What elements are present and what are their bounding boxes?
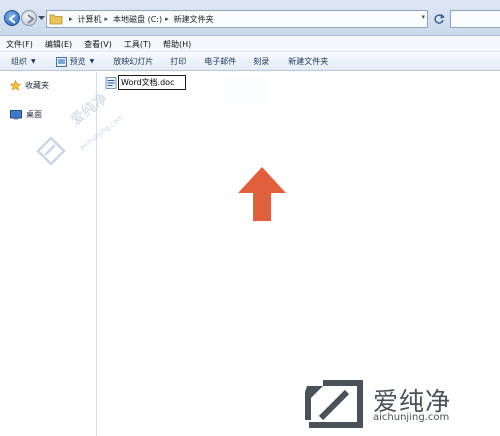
desktop-icon <box>10 109 22 119</box>
recent-pages-dropdown-icon[interactable] <box>38 15 45 21</box>
menu-help[interactable]: 帮助(H) <box>157 39 197 50</box>
address-dropdown-icon[interactable]: ▾ <box>421 13 425 21</box>
address-bar[interactable]: ▸ 计算机 ▸ 本地磁盘 (C:) ▸ 新建文件夹 ▾ <box>46 10 428 28</box>
refresh-button[interactable] <box>430 10 448 28</box>
folder-icon <box>49 14 63 25</box>
breadcrumb-computer[interactable]: 计算机 ▸ <box>78 14 114 25</box>
back-arrow-icon <box>8 14 16 24</box>
organize-button[interactable]: 组织 ▼ <box>11 56 36 67</box>
menu-tools[interactable]: 工具(T) <box>118 39 157 50</box>
watermark-small: 爱纯净 aichunjing.com <box>34 91 134 178</box>
command-bar: 组织 ▼ 预览 ▼ 放映幻灯片 打印 电子邮件 刻录 新建文件夹 <box>0 53 500 71</box>
nav-item-favorites[interactable]: 收藏夹 <box>10 80 49 91</box>
slideshow-button[interactable]: 放映幻灯片 <box>113 56 153 67</box>
forward-arrow-icon <box>27 14 35 24</box>
back-button[interactable] <box>4 10 20 26</box>
nav-label-favorites: 收藏夹 <box>25 81 49 90</box>
preview-icon <box>55 56 67 67</box>
breadcrumb-separator[interactable]: ▸ <box>66 15 78 23</box>
watermark-big-logo-icon <box>305 380 363 428</box>
search-input[interactable] <box>450 10 500 28</box>
preview-button[interactable]: 预览 ▼ <box>55 56 94 67</box>
word-document-icon <box>105 76 117 89</box>
watermark-logo-icon <box>36 136 66 166</box>
refresh-icon <box>434 14 445 24</box>
star-icon <box>10 80 21 91</box>
title-bar: ▸ 计算机 ▸ 本地磁盘 (C:) ▸ 新建文件夹 ▾ <box>0 0 500 36</box>
file-item-word-doc[interactable] <box>105 75 186 90</box>
menu-view[interactable]: 查看(V) <box>78 39 118 50</box>
menu-file[interactable]: 文件(F) <box>0 39 39 50</box>
forward-button[interactable] <box>21 10 37 26</box>
menu-bar: 文件(F) 编辑(E) 查看(V) 工具(T) 帮助(H) <box>0 37 500 52</box>
watermark-big-url: aichunjing.com <box>373 412 450 423</box>
burn-button[interactable]: 刻录 <box>253 56 269 67</box>
selection-ghost <box>224 78 268 103</box>
new-folder-button[interactable]: 新建文件夹 <box>288 56 328 67</box>
watermark-big: 爱纯净 aichunjing.com <box>303 376 495 432</box>
breadcrumb-local-disk[interactable]: 本地磁盘 (C:) ▸ <box>113 14 174 25</box>
up-arrow-icon <box>238 167 286 221</box>
print-button[interactable]: 打印 <box>170 56 186 67</box>
email-button[interactable]: 电子邮件 <box>204 56 236 67</box>
breadcrumb-new-folder[interactable]: 新建文件夹 <box>174 14 214 25</box>
rename-input[interactable] <box>118 75 186 90</box>
menu-edit[interactable]: 编辑(E) <box>39 39 78 50</box>
